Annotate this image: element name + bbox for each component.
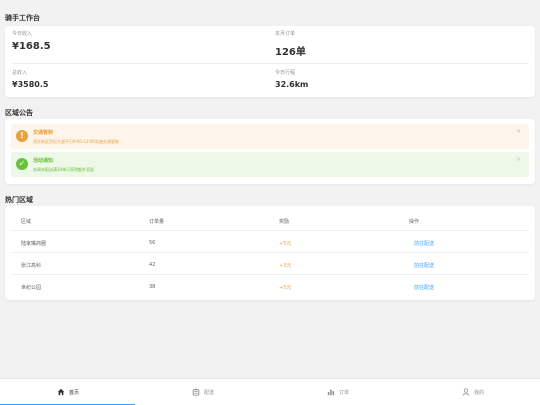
bottom-tab-bar: 首页 配送 订单 我的 — [0, 378, 540, 405]
cell-orders: 38 — [149, 284, 156, 290]
tab-label: 订单 — [339, 390, 350, 396]
column-header-reward: 奖励 — [279, 219, 290, 225]
table-row: 世纪公园 38 +5元 前往配送 — [11, 276, 529, 297]
exclamation-icon: ! — [16, 130, 28, 142]
stat-value: 32.6km — [275, 80, 309, 89]
chart-icon — [327, 389, 335, 396]
notice-text: 滨东新区世纪大道平日9:00-12:00实施交通管制 — [33, 139, 119, 144]
stat-label: 今日行程 — [275, 70, 296, 76]
table-row: 张江高科 42 +3元 前往配送 — [11, 254, 529, 275]
go-deliver-link[interactable]: 前往配送 — [414, 240, 434, 247]
cell-area: 张江高科 — [21, 263, 42, 269]
cell-reward: +5元 — [279, 285, 292, 291]
column-header-orders: 订单量 — [149, 219, 165, 225]
stat-today-income: 今日收入 ¥168.5 — [12, 30, 257, 52]
cell-orders: 42 — [149, 262, 156, 268]
tab-orders[interactable]: 订单 — [270, 379, 405, 405]
cell-area: 世纪公园 — [21, 285, 42, 291]
delivery-icon — [192, 388, 200, 396]
close-icon[interactable]: × — [516, 128, 521, 135]
notice-traffic-control: ! 交通管制 滨东新区世纪大道平日9:00-12:00实施交通管制 × — [11, 124, 529, 149]
table-header: 区域 订单量 奖励 操作 — [11, 210, 529, 231]
notices-title: 区域公告 — [5, 109, 33, 117]
hot-areas-title: 热门区域 — [5, 196, 33, 204]
notices-card: ! 交通管制 滨东新区世纪大道平日9:00-12:00实施交通管制 × ✓ 活动… — [5, 119, 535, 184]
go-deliver-link[interactable]: 前往配送 — [414, 262, 434, 269]
stats-divider — [11, 63, 529, 64]
workbench-title: 骑手工作台 — [5, 14, 40, 22]
stat-value: ¥168.5 — [12, 41, 51, 52]
cell-reward: +5元 — [279, 241, 292, 247]
stat-label: 本月订单 — [275, 31, 296, 37]
stat-label: 总收入 — [12, 70, 28, 76]
hot-areas-table: 区域 订单量 奖励 操作 陆家嘴商圈 56 +5元 前往配送 张江高科 42 +… — [5, 206, 535, 300]
tab-profile[interactable]: 我的 — [405, 379, 540, 405]
column-header-area: 区域 — [21, 219, 32, 225]
cell-orders: 56 — [149, 240, 156, 246]
tab-label: 配送 — [204, 390, 215, 396]
tab-delivery[interactable]: 配送 — [135, 379, 270, 405]
tab-label: 首页 — [69, 390, 80, 396]
stats-card: 今日收入 ¥168.5 本月订单 126单 总收入 ¥3580.5 今日行程 3… — [5, 26, 535, 97]
home-icon — [57, 388, 65, 396]
tab-home[interactable]: 首页 — [0, 379, 135, 405]
notice-title: 交通管制 — [33, 130, 54, 136]
stat-total-income: 总收入 ¥3580.5 — [12, 69, 257, 89]
tab-label: 我的 — [474, 390, 485, 396]
stat-label: 今日收入 — [12, 31, 33, 37]
stat-value: 126单 — [275, 47, 306, 58]
notice-text: 本周末配送满20单可获得额外奖励 — [33, 167, 95, 172]
notice-event: ✓ 活动通知 本周末配送满20单可获得额外奖励 × — [11, 152, 529, 177]
stat-month-orders: 本月订单 126单 — [275, 30, 520, 58]
go-deliver-link[interactable]: 前往配送 — [414, 284, 434, 291]
column-header-action: 操作 — [409, 219, 420, 225]
user-icon — [462, 388, 470, 396]
cell-area: 陆家嘴商圈 — [21, 241, 47, 247]
table-row: 陆家嘴商圈 56 +5元 前往配送 — [11, 232, 529, 253]
close-icon[interactable]: × — [516, 156, 521, 163]
notice-title: 活动通知 — [33, 158, 54, 164]
stat-value: ¥3580.5 — [12, 80, 49, 89]
stat-today-distance: 今日行程 32.6km — [275, 69, 520, 89]
cell-reward: +3元 — [279, 263, 292, 269]
check-icon: ✓ — [16, 158, 28, 170]
